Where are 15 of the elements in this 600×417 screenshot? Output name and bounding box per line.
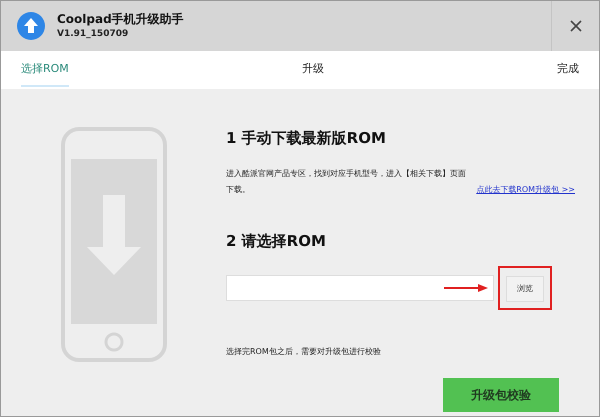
- download-link[interactable]: 点此去下载ROM升级包 >>: [476, 184, 575, 196]
- step-tab[interactable]: 升级: [302, 52, 324, 88]
- pointer-arrow: [444, 284, 488, 292]
- window-title: Coolpad手机升级助手: [57, 11, 184, 28]
- version-label: V1.91_150709: [57, 28, 130, 42]
- step-tab[interactable]: 完成: [556, 52, 579, 88]
- step-tab[interactable]: 选择ROM: [21, 52, 69, 88]
- close-icon: [570, 20, 582, 32]
- section-heading: 1 手动下载最新版ROM: [226, 128, 387, 149]
- verify-button[interactable]: 升级包校验: [443, 378, 559, 412]
- browse-button[interactable]: 浏览: [506, 276, 544, 302]
- section-heading: 2 请选择ROM: [226, 230, 327, 252]
- hint-text: 选择完ROM包之后，需要对升级包进行校验: [226, 346, 382, 358]
- description-text: 进入酷派官网产品专区，找到对应手机型号，进入【相关下载】页面下载。: [226, 168, 466, 196]
- rom-path-field[interactable]: [226, 275, 494, 301]
